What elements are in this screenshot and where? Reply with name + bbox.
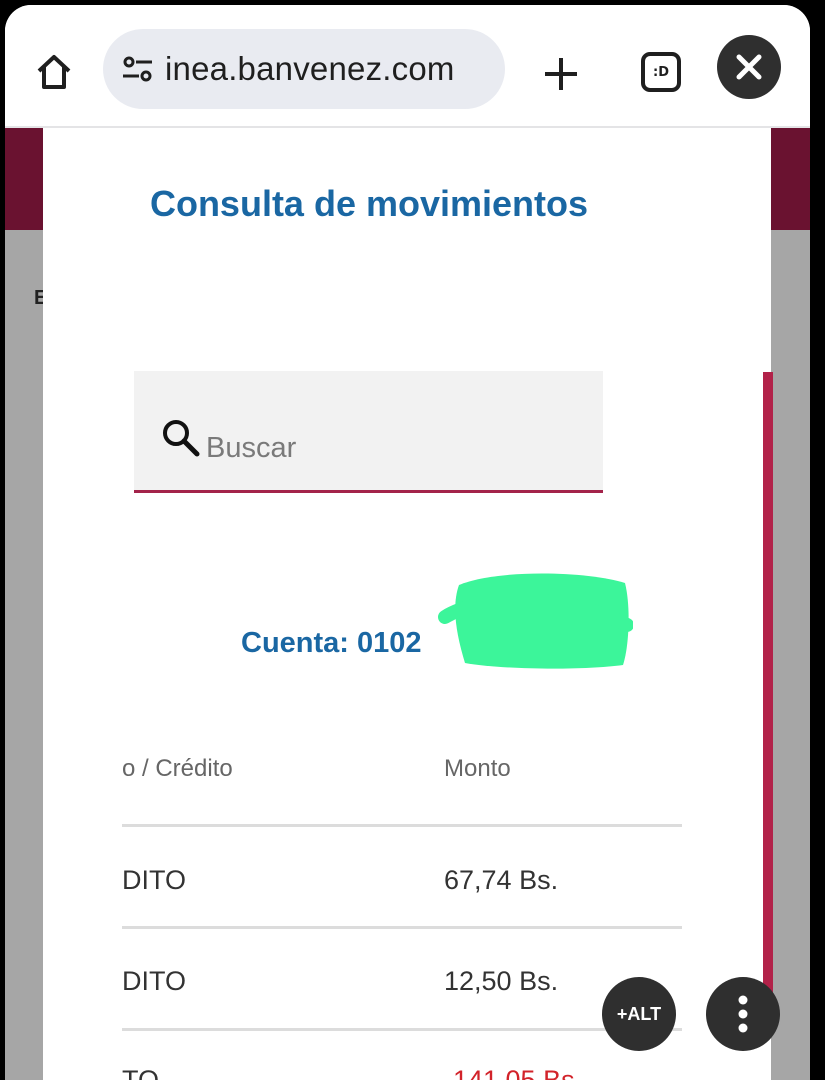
tabs-button[interactable]: :D	[641, 52, 681, 92]
table-divider	[122, 824, 682, 827]
table-divider	[122, 1028, 682, 1031]
row-amount: 12,50 Bs.	[444, 966, 559, 996]
plus-icon	[545, 58, 577, 90]
search-icon	[163, 420, 200, 457]
row-amount: 67,74 Bs.	[444, 865, 559, 895]
modal-title: Consulta de movimientos	[149, 183, 589, 224]
home-icon	[37, 55, 71, 89]
redaction-scribble	[438, 573, 633, 669]
browser-toolbar: inea.banvenez.com :D	[5, 5, 810, 128]
search-field[interactable]	[134, 371, 603, 493]
more-options-button[interactable]	[706, 977, 780, 1051]
address-bar[interactable]: inea.banvenez.com	[103, 29, 505, 109]
column-header-type: o / Crédito	[122, 755, 233, 782]
site-settings-icon[interactable]	[121, 52, 155, 86]
row-type: DITO	[122, 865, 187, 895]
modal-scrollbar[interactable]	[763, 372, 773, 1002]
url-text[interactable]: inea.banvenez.com	[165, 50, 455, 88]
close-button[interactable]	[717, 35, 781, 99]
movements-modal	[43, 128, 771, 1080]
alt-text-label: +ALT	[616, 1003, 662, 1024]
browser-window: inea.banvenez.com :D E Consulta de movim…	[5, 5, 810, 1080]
close-icon	[736, 54, 762, 80]
tabs-icon: :D	[653, 64, 669, 80]
row-amount: -141,05 Bs.	[444, 1065, 583, 1080]
alt-text-button[interactable]: +ALT	[602, 977, 676, 1051]
row-type: DITO	[122, 966, 187, 996]
new-tab-button[interactable]	[538, 51, 584, 97]
more-vert-icon	[738, 995, 748, 1033]
account-number-label: Cuenta: 0102	[241, 627, 422, 659]
search-input[interactable]	[206, 423, 586, 473]
home-button[interactable]	[31, 49, 77, 95]
table-divider	[122, 926, 682, 929]
column-header-amount: Monto	[444, 755, 511, 782]
row-type: TO	[122, 1065, 160, 1080]
